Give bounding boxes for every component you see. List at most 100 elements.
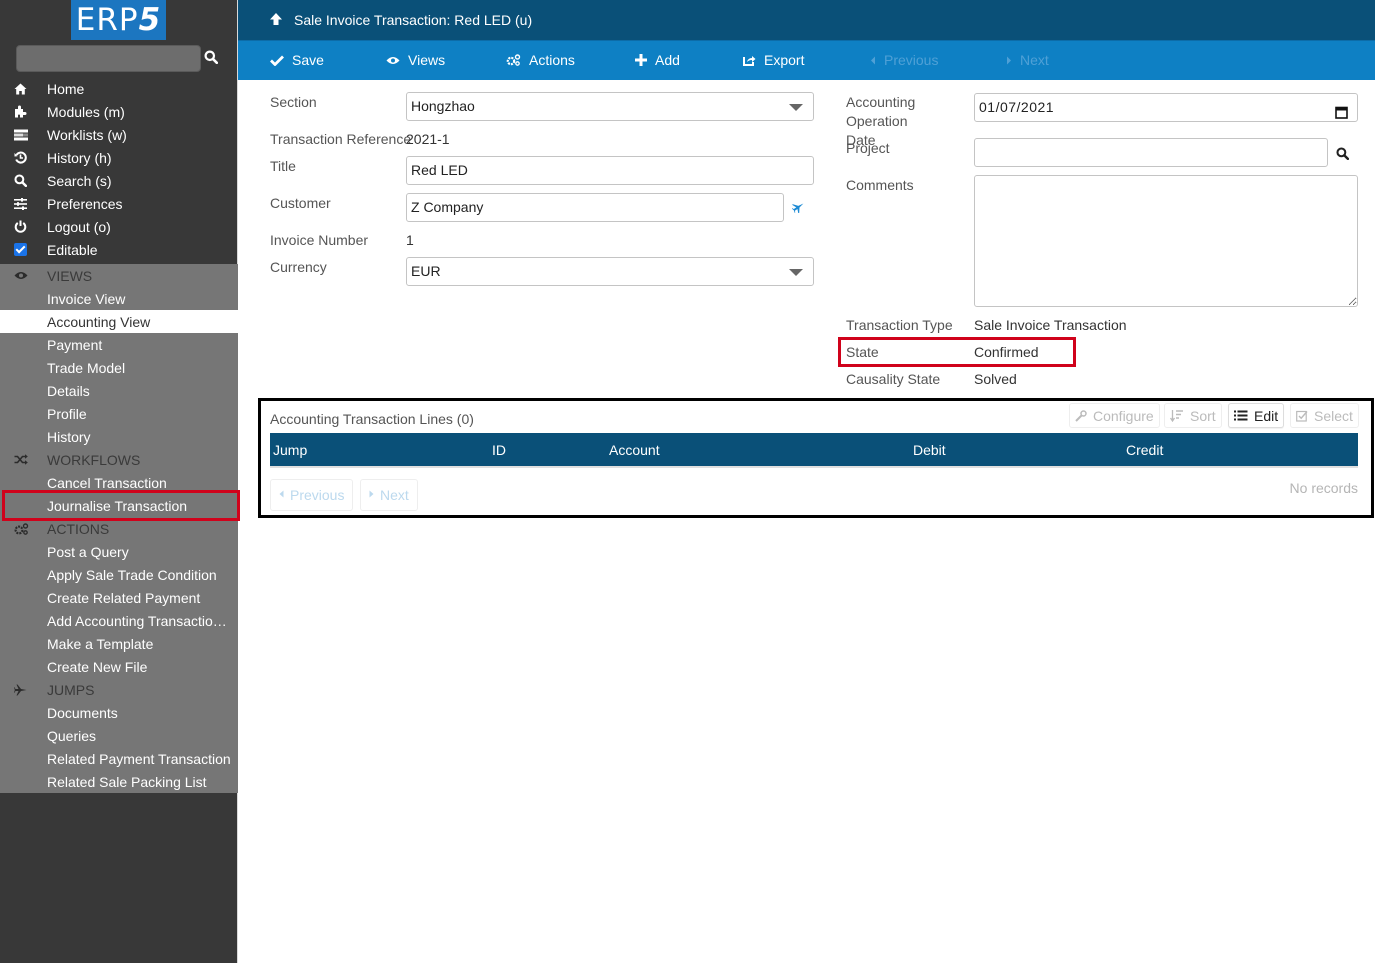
list-icon xyxy=(1234,410,1248,421)
customer-input[interactable]: Z Company xyxy=(406,193,784,222)
actions-button[interactable]: Actions xyxy=(506,52,575,68)
comments-textarea[interactable] xyxy=(974,175,1358,307)
next-button[interactable]: Next xyxy=(1006,52,1049,68)
title-input[interactable]: Red LED xyxy=(406,156,814,185)
sort-button[interactable]: Sort xyxy=(1164,403,1222,428)
sidebar-item-label: Profile xyxy=(47,405,87,422)
transaction-reference-value: 2021-1 xyxy=(406,131,450,147)
sidebar-item-label: History xyxy=(47,428,91,445)
sidebar-item-label: Search (s) xyxy=(47,172,112,189)
currency-label: Currency xyxy=(270,259,327,275)
column-header-credit[interactable]: Credit xyxy=(1126,442,1163,458)
causality-state-value: Solved xyxy=(974,371,1017,387)
currency-select[interactable]: EUR xyxy=(406,257,814,286)
caret-right-icon xyxy=(369,490,374,500)
column-header-debit[interactable]: Debit xyxy=(913,442,946,458)
customer-label: Customer xyxy=(270,195,331,211)
currency-value: EUR xyxy=(411,263,441,279)
sidebar-item-invoice-view[interactable]: Invoice View xyxy=(0,287,238,310)
calendar-icon[interactable] xyxy=(1335,101,1348,128)
sidebar-item-accounting-view[interactable]: Accounting View xyxy=(0,310,238,333)
project-input[interactable] xyxy=(974,138,1328,167)
section-select[interactable]: Hongzhao xyxy=(406,92,814,121)
sidebar-item-label: Create New File xyxy=(47,658,148,675)
sidebar-item-label: Payment xyxy=(47,336,103,353)
column-header-account[interactable]: Account xyxy=(609,442,660,458)
caret-left-icon xyxy=(870,56,876,65)
listbox-previous-button[interactable]: Previous xyxy=(270,479,354,511)
save-button[interactable]: Save xyxy=(270,52,324,68)
column-header-id[interactable]: ID xyxy=(492,442,506,458)
sidebar-item-payment[interactable]: Payment xyxy=(0,333,238,356)
views-button[interactable]: Views xyxy=(386,52,445,68)
sidebar-item-home[interactable]: Home xyxy=(0,77,238,100)
column-header-jump[interactable]: Jump xyxy=(273,442,307,458)
export-button[interactable]: Export xyxy=(743,52,804,68)
sidebar-item-history[interactable]: History (h) xyxy=(0,146,238,169)
sidebar-item-create-related-payment[interactable]: Create Related Payment xyxy=(0,586,238,609)
sidebar-item-label: Trade Model xyxy=(47,359,126,376)
add-button[interactable]: Add xyxy=(635,52,680,68)
sidebar-item-related-payment-transaction[interactable]: Related Payment Transaction xyxy=(0,747,238,770)
share-square-icon xyxy=(743,54,756,66)
sidebar-item-history-view[interactable]: History xyxy=(0,425,238,448)
sidebar-search-input[interactable] xyxy=(16,45,201,72)
transaction-type-value: Sale Invoice Transaction xyxy=(974,317,1127,333)
cogs-icon xyxy=(506,54,521,66)
section-header-label: WORKFLOWS xyxy=(47,451,141,468)
plane-icon[interactable] xyxy=(791,200,805,216)
previous-label: Previous xyxy=(884,52,939,68)
sidebar-item-details[interactable]: Details xyxy=(0,379,238,402)
operation-date-input[interactable]: 01/07/2021 xyxy=(974,93,1358,122)
search-icon[interactable] xyxy=(204,50,220,68)
section-label: Section xyxy=(270,94,317,110)
title-label: Title xyxy=(270,158,296,174)
sidebar-item-label: Add Accounting Transaction L... xyxy=(47,612,238,629)
tasks-icon xyxy=(0,129,47,141)
sidebar-item-trade-model[interactable]: Trade Model xyxy=(0,356,238,379)
edit-label: Edit xyxy=(1254,407,1279,424)
sidebar-item-create-new-file[interactable]: Create New File xyxy=(0,655,238,678)
sort-icon xyxy=(1170,409,1184,422)
sidebar-item-label: Queries xyxy=(47,727,97,744)
logo-text: ERP xyxy=(75,2,139,38)
select-button[interactable]: Select xyxy=(1290,403,1359,428)
editable-checkbox[interactable] xyxy=(14,243,27,256)
project-label: Project xyxy=(846,140,890,156)
arrow-up-icon[interactable] xyxy=(269,12,283,28)
listbox-title: Accounting Transaction Lines (0) xyxy=(270,411,474,427)
listbox-header-row: Jump ID Account Debit Credit xyxy=(270,433,1358,468)
erp5-logo[interactable]: ERP5 xyxy=(71,0,166,40)
page-title: Sale Invoice Transaction: Red LED (u) xyxy=(294,12,533,28)
section-value: Hongzhao xyxy=(411,98,475,114)
sidebar-item-editable[interactable]: Editable xyxy=(0,238,238,261)
listbox-next-button[interactable]: Next xyxy=(360,479,418,511)
wrench-icon xyxy=(1075,409,1087,422)
sidebar-item-related-sale-packing-list[interactable]: Related Sale Packing List xyxy=(0,770,238,793)
sidebar-item-modules[interactable]: Modules (m) xyxy=(0,100,238,123)
highlight-journalise-transaction xyxy=(2,490,240,521)
caret-right-icon xyxy=(1006,56,1012,65)
search-icon xyxy=(0,174,47,187)
sidebar-item-post-query[interactable]: Post a Query xyxy=(0,540,238,563)
sidebar-item-apply-sale-trade-condition[interactable]: Apply Sale Trade Condition xyxy=(0,563,238,586)
sidebar-item-profile[interactable]: Profile xyxy=(0,402,238,425)
sidebar-item-documents[interactable]: Documents xyxy=(0,701,238,724)
sidebar-item-label: Invoice View xyxy=(47,290,126,307)
chevron-down-icon xyxy=(789,269,803,276)
configure-button[interactable]: Configure xyxy=(1069,403,1160,428)
sidebar-item-make-template[interactable]: Make a Template xyxy=(0,632,238,655)
sidebar-item-queries[interactable]: Queries xyxy=(0,724,238,747)
sidebar-item-preferences[interactable]: Preferences xyxy=(0,192,238,215)
sidebar-item-label: History (h) xyxy=(47,149,112,166)
sidebar-main-nav: Home Modules (m) Worklists (w) History (… xyxy=(0,77,238,261)
search-icon[interactable] xyxy=(1336,147,1350,163)
eye-icon xyxy=(386,56,400,65)
sidebar-item-search[interactable]: Search (s) xyxy=(0,169,238,192)
sidebar-item-worklists[interactable]: Worklists (w) xyxy=(0,123,238,146)
sidebar-item-logout[interactable]: Logout (o) xyxy=(0,215,238,238)
sidebar-item-add-accounting-transaction-line[interactable]: Add Accounting Transaction L... xyxy=(0,609,238,632)
previous-button[interactable]: Previous xyxy=(870,52,938,68)
sidebar-item-label: Logout (o) xyxy=(47,218,111,235)
edit-button[interactable]: Edit xyxy=(1228,403,1285,428)
